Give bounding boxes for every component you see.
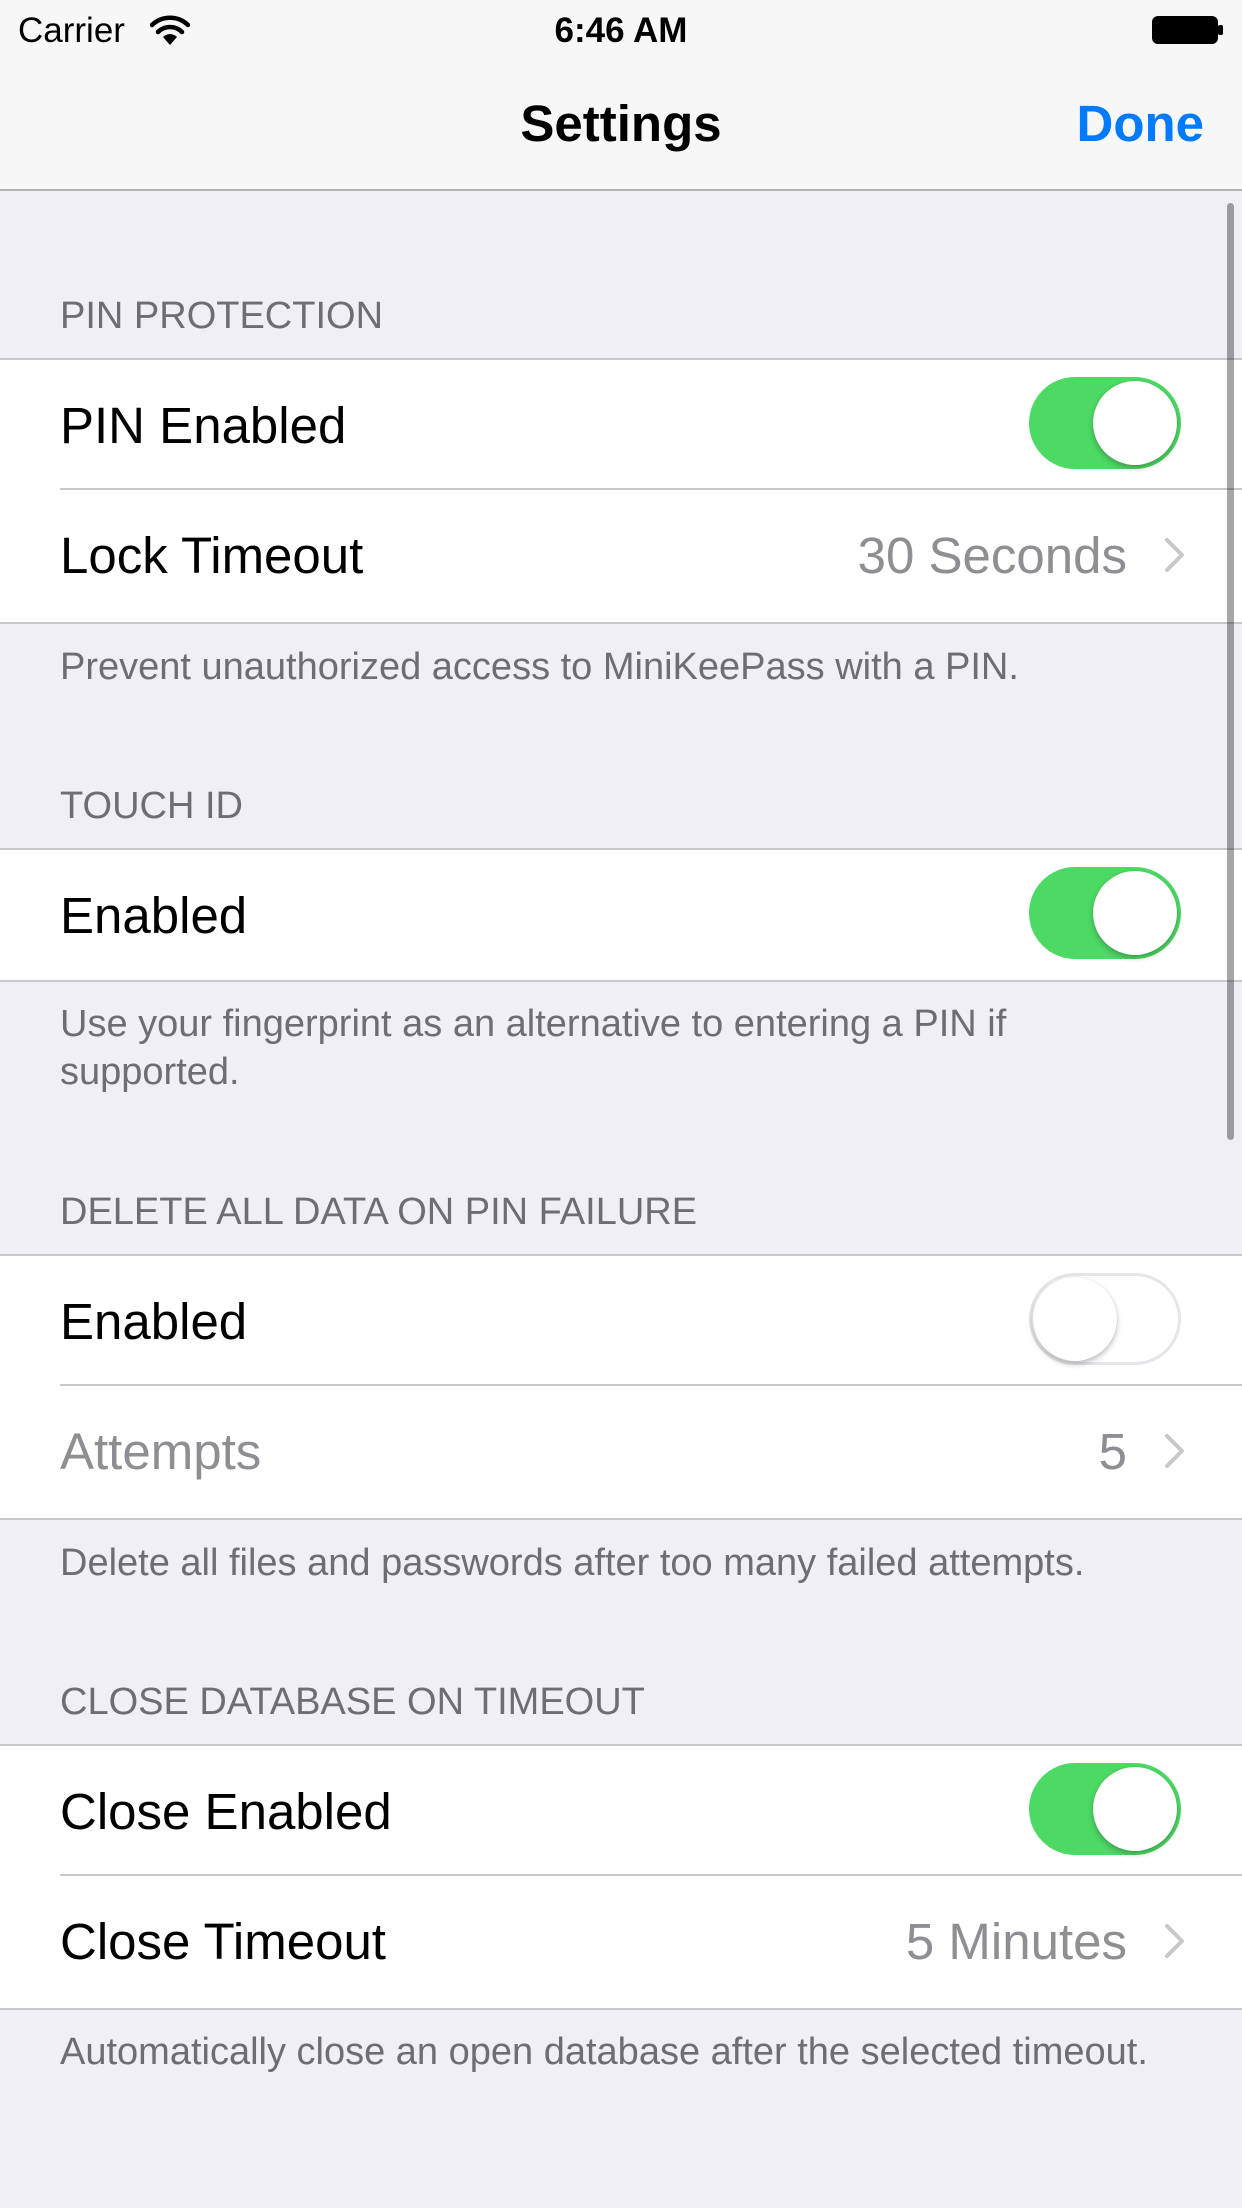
row-label: Enabled [60, 887, 248, 944]
row-close-timeout[interactable]: Close Timeout 5 Minutes [0, 1876, 1242, 2006]
section-footer-delete-data: Delete all files and passwords after too… [60, 1542, 1085, 1584]
touch-id-enabled-switch[interactable] [1029, 867, 1181, 959]
pin-enabled-switch[interactable] [1029, 377, 1181, 469]
row-label: Attempts [60, 1423, 262, 1480]
switch-knob [1033, 1277, 1117, 1361]
close-enabled-switch[interactable] [1029, 1763, 1181, 1855]
chevron-right-icon [1165, 1434, 1184, 1468]
lock-timeout-value: 30 Seconds [857, 527, 1127, 584]
row-close-enabled: Close Enabled [0, 1746, 1242, 1876]
status-time: 6:46 AM [554, 11, 688, 50]
row-lock-timeout[interactable]: Lock Timeout 30 Seconds [0, 490, 1242, 620]
settings-table[interactable]: PIN PROTECTION PIN Enabled Lock Timeout … [0, 191, 1242, 2208]
section-header-touch-id: TOUCH ID [60, 785, 243, 827]
switch-knob [1093, 381, 1177, 465]
close-timeout-value: 5 Minutes [905, 1913, 1127, 1970]
row-touch-id-enabled: Enabled [0, 850, 1242, 980]
row-attempts[interactable]: Attempts 5 [0, 1386, 1242, 1516]
switch-knob [1093, 871, 1177, 955]
row-label: PIN Enabled [60, 397, 347, 454]
row-label: Enabled [60, 1293, 248, 1350]
group-delete-data: Enabled Attempts 5 [0, 1254, 1242, 1520]
page-title: Settings [520, 95, 722, 152]
attempts-value: 5 [1098, 1423, 1127, 1480]
navigation-bar: Settings Done [0, 62, 1242, 191]
row-label: Close Enabled [60, 1783, 392, 1840]
section-header-close-database: CLOSE DATABASE ON TIMEOUT [60, 1681, 645, 1723]
section-header-delete-data: DELETE ALL DATA ON PIN FAILURE [60, 1191, 698, 1233]
row-pin-enabled: PIN Enabled [0, 360, 1242, 490]
chevron-right-icon [1165, 1924, 1184, 1958]
delete-data-enabled-switch[interactable] [1029, 1273, 1181, 1365]
row-delete-data-enabled: Enabled [0, 1256, 1242, 1386]
row-label: Lock Timeout [60, 527, 364, 584]
chevron-right-icon [1165, 538, 1184, 572]
section-header-pin-protection: PIN PROTECTION [60, 295, 384, 337]
section-footer-close-database: Automatically close an open database aft… [60, 2031, 1148, 2073]
scroll-indicator[interactable] [1227, 203, 1234, 1140]
group-touch-id: Enabled [0, 848, 1242, 982]
group-pin-protection: PIN Enabled Lock Timeout 30 Seconds [0, 358, 1242, 624]
done-button[interactable]: Done [1077, 94, 1205, 154]
section-footer-pin-protection: Prevent unauthorized access to MiniKeePa… [60, 646, 1019, 688]
section-footer-touch-id: Use your fingerprint as an alternative t… [60, 1003, 1007, 1093]
row-label: Close Timeout [60, 1913, 386, 1970]
status-bar: Carrier 6:46 AM [0, 0, 1242, 62]
switch-knob [1093, 1767, 1177, 1851]
battery-icon [1152, 16, 1223, 44]
group-close-database: Close Enabled Close Timeout 5 Minutes [0, 1744, 1242, 2010]
